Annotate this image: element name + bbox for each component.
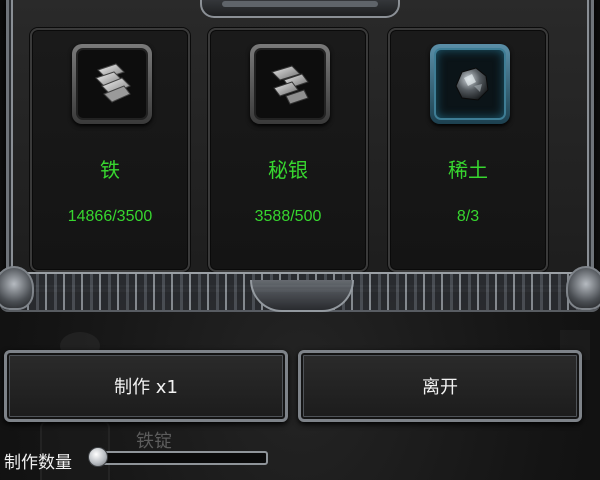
craft-button[interactable]: 制作 x1 bbox=[4, 350, 288, 422]
resource-icon-frame-rare bbox=[430, 44, 510, 124]
panel-bottom-ornament bbox=[0, 272, 600, 312]
rare-earth-icon bbox=[455, 67, 489, 101]
panel-top-ornament bbox=[200, 0, 400, 18]
resource-name: 铁 bbox=[100, 158, 120, 182]
background-item-title: 铁锭 bbox=[136, 431, 172, 452]
resource-slot-iron: 铁 14866/3500 bbox=[30, 28, 190, 272]
resource-count: 8/3 bbox=[456, 208, 480, 225]
leave-button[interactable]: 离开 bbox=[298, 350, 582, 422]
resource-name: 秘银 bbox=[268, 158, 308, 182]
corner-ornament-right bbox=[566, 266, 600, 310]
resource-count: 14866/3500 bbox=[67, 208, 153, 225]
iron-ore-icon bbox=[95, 63, 131, 103]
resource-count: 3588/500 bbox=[254, 208, 322, 225]
mithril-ore-icon bbox=[271, 65, 309, 105]
resource-slot-rare-earth: 稀土 8/3 bbox=[388, 28, 548, 272]
resource-icon-frame bbox=[72, 44, 152, 124]
quantity-slider-track[interactable] bbox=[90, 451, 268, 465]
resource-icon-frame bbox=[250, 44, 330, 124]
resource-name: 稀土 bbox=[448, 158, 488, 182]
quantity-slider-knob[interactable] bbox=[88, 447, 108, 467]
resource-slot-mithril: 秘银 3588/500 bbox=[208, 28, 368, 272]
craft-quantity-label: 制作数量 bbox=[4, 453, 72, 473]
corner-ornament-left bbox=[0, 266, 34, 310]
